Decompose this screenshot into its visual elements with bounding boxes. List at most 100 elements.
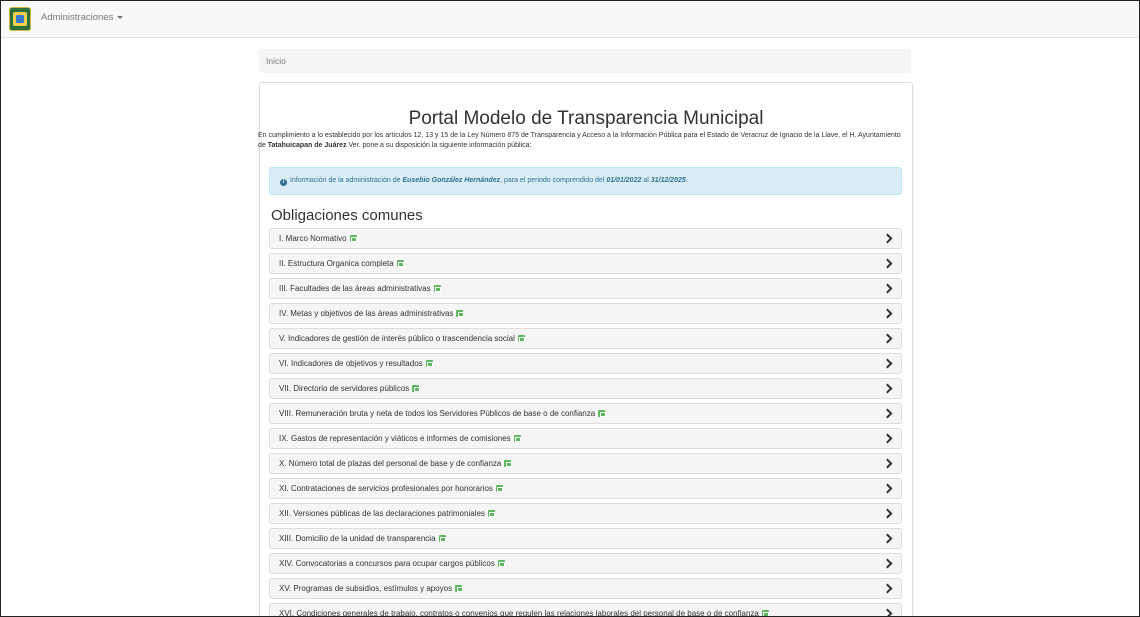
- obligation-title: III. Facultades de las áreas administrat…: [279, 284, 431, 293]
- chevron-right-icon[interactable]: [882, 558, 893, 569]
- obligation-label: II. Estructura Organica completa: [279, 254, 405, 274]
- external-link-icon[interactable]: [438, 535, 447, 542]
- obligation-item[interactable]: VI. Indicadores de objetivos y resultado…: [269, 353, 902, 374]
- chevron-right-icon[interactable]: [882, 608, 893, 616]
- chevron-right-icon[interactable]: [882, 433, 893, 444]
- municipality-name: Tatahuicapan de Juárez: [267, 142, 347, 149]
- external-link-icon[interactable]: [455, 585, 463, 592]
- period-start: 01/01/2022: [606, 177, 642, 184]
- administrator-name: Eusebio González Hernández: [402, 177, 501, 184]
- info-text-and: al: [641, 177, 651, 184]
- obligation-title: VI. Indicadores de objetivos y resultado…: [279, 359, 423, 368]
- external-link-icon[interactable]: [487, 510, 496, 517]
- obligation-label: XIV. Convocatorias a concursos para ocup…: [279, 554, 506, 574]
- obligation-label: I. Marco Normativo: [279, 229, 358, 249]
- administration-info-alert: i Información de la administración de Eus…: [269, 167, 902, 195]
- obligation-label: XVI. Condiciones generales de trabajo, c…: [279, 604, 770, 617]
- chevron-right-icon[interactable]: [882, 358, 893, 369]
- obligation-item[interactable]: II. Estructura Organica completa: [269, 253, 902, 274]
- obligation-title: XVI. Condiciones generales de trabajo, c…: [279, 609, 759, 617]
- obligation-title: XII. Versiones públicas de las declaraci…: [279, 509, 485, 518]
- obligation-label: X. Número total de plazas del personal d…: [279, 454, 512, 474]
- obligation-item[interactable]: XIII. Domicilio de la unidad de transpar…: [269, 528, 902, 549]
- obligation-item[interactable]: III. Facultades de las áreas administrat…: [269, 278, 902, 299]
- external-link-icon[interactable]: [495, 485, 504, 492]
- obligation-title: I. Marco Normativo: [279, 234, 347, 243]
- intro-text-post: Ver. pone a su disposición la siguiente …: [346, 142, 532, 149]
- municipal-seal-icon[interactable]: [9, 7, 31, 31]
- chevron-right-icon[interactable]: [882, 258, 893, 269]
- external-link-icon[interactable]: [456, 310, 464, 317]
- transparency-panel: Portal Modelo de Transparencia Municipal…: [258, 82, 913, 617]
- obligation-item[interactable]: XII. Versiones públicas de las declaraci…: [269, 503, 902, 524]
- caret-down-icon: [117, 15, 124, 19]
- obligation-label: III. Facultades de las áreas administrat…: [279, 279, 442, 299]
- info-text-mid: , para el periodo comprendido del: [500, 177, 607, 184]
- info-text-tail: .: [685, 177, 688, 184]
- obligation-title: XV. Programas de subsidios, estímulos y …: [279, 584, 453, 593]
- obligation-item[interactable]: XV. Programas de subsidios, estímulos y …: [269, 578, 902, 599]
- obligation-item[interactable]: X. Número total de plazas del personal d…: [269, 453, 902, 474]
- obligation-item[interactable]: VIII. Remuneración bruta y neta de todos…: [269, 403, 902, 424]
- chevron-right-icon[interactable]: [882, 308, 893, 319]
- chevron-right-icon[interactable]: [882, 383, 893, 394]
- external-link-icon[interactable]: [761, 610, 770, 616]
- obligation-item[interactable]: XI. Contrataciones de servicios profesio…: [269, 478, 902, 499]
- obligation-title: II. Estructura Organica completa: [279, 259, 394, 268]
- chevron-right-icon[interactable]: [882, 233, 893, 244]
- obligation-item[interactable]: I. Marco Normativo: [269, 228, 902, 249]
- obligation-item[interactable]: XIV. Convocatorias a concursos para ocup…: [269, 553, 902, 574]
- obligation-label: XIII. Domicilio de la unidad de transpar…: [279, 529, 447, 549]
- chevron-right-icon[interactable]: [882, 583, 893, 594]
- external-link-icon[interactable]: [513, 435, 522, 442]
- chevron-right-icon[interactable]: [882, 508, 893, 519]
- external-link-icon[interactable]: [425, 360, 434, 367]
- obligation-title: XIV. Convocatorias a concursos para ocup…: [279, 559, 495, 568]
- section-title: Obligaciones comunes: [271, 207, 423, 224]
- administraciones-label: Administraciones: [41, 12, 114, 23]
- page-title: Portal Modelo de Transparencia Municipal: [408, 108, 764, 129]
- chevron-right-icon[interactable]: [882, 333, 893, 344]
- obligation-item[interactable]: XVI. Condiciones generales de trabajo, c…: [269, 603, 902, 617]
- external-link-icon[interactable]: [412, 385, 420, 392]
- obligation-item[interactable]: VII. Directorio de servidores públicos: [269, 378, 902, 399]
- external-link-icon[interactable]: [433, 285, 442, 292]
- info-circle-icon: i: [280, 179, 287, 186]
- obligation-title: IX. Gastos de representación y viáticos …: [279, 434, 511, 443]
- obligation-label: XII. Versiones públicas de las declaraci…: [279, 504, 496, 524]
- external-link-icon[interactable]: [396, 260, 405, 267]
- obligation-label: IX. Gastos de representación y viáticos …: [279, 429, 522, 449]
- external-link-icon[interactable]: [349, 235, 358, 242]
- intro-paragraph: En cumplimiento a lo establecido por los…: [258, 131, 910, 151]
- chevron-right-icon[interactable]: [882, 408, 893, 419]
- chevron-right-icon[interactable]: [882, 533, 893, 544]
- obligation-title: IV. Metas y objetivos de las áreas admin…: [279, 309, 454, 318]
- info-text-pre: Información de la administración de: [290, 177, 403, 184]
- period-end: 31/12/2025: [650, 177, 686, 184]
- external-link-icon[interactable]: [497, 560, 506, 567]
- obligation-label: VIII. Remuneración bruta y neta de todos…: [279, 404, 606, 424]
- chevron-right-icon[interactable]: [882, 458, 893, 469]
- obligation-title: VII. Directorio de servidores públicos: [279, 384, 410, 393]
- obligation-title: VIII. Remuneración bruta y neta de todos…: [279, 409, 596, 418]
- obligation-item[interactable]: IX. Gastos de representación y viáticos …: [269, 428, 902, 449]
- administraciones-dropdown[interactable]: Administraciones: [41, 12, 124, 23]
- obligation-title: XIII. Domicilio de la unidad de transpar…: [279, 534, 436, 543]
- breadcrumb: Inicio: [259, 49, 911, 73]
- external-link-icon[interactable]: [517, 335, 526, 342]
- obligation-label: V. Indicadores de gestión de interés púb…: [279, 329, 526, 349]
- obligation-label: VII. Directorio de servidores públicos: [279, 379, 420, 399]
- external-link-icon[interactable]: [598, 410, 606, 417]
- obligation-label: XV. Programas de subsidios, estímulos y …: [279, 579, 463, 599]
- obligations-list: I. Marco Normativo II. Estructura Organic…: [269, 228, 902, 617]
- obligation-item[interactable]: IV. Metas y objetivos de las áreas admin…: [269, 303, 902, 324]
- chevron-right-icon[interactable]: [882, 283, 893, 294]
- breadcrumb-home[interactable]: Inicio: [266, 56, 286, 66]
- obligation-label: VI. Indicadores de objetivos y resultado…: [279, 354, 434, 374]
- external-link-icon[interactable]: [504, 460, 512, 467]
- obligation-title: X. Número total de plazas del personal d…: [279, 459, 502, 468]
- browser-viewport: Administraciones Inicio Portal Modelo de…: [0, 0, 1140, 617]
- obligation-item[interactable]: V. Indicadores de gestión de interés púb…: [269, 328, 902, 349]
- obligation-label: XI. Contrataciones de servicios profesio…: [279, 479, 504, 499]
- chevron-right-icon[interactable]: [882, 483, 893, 494]
